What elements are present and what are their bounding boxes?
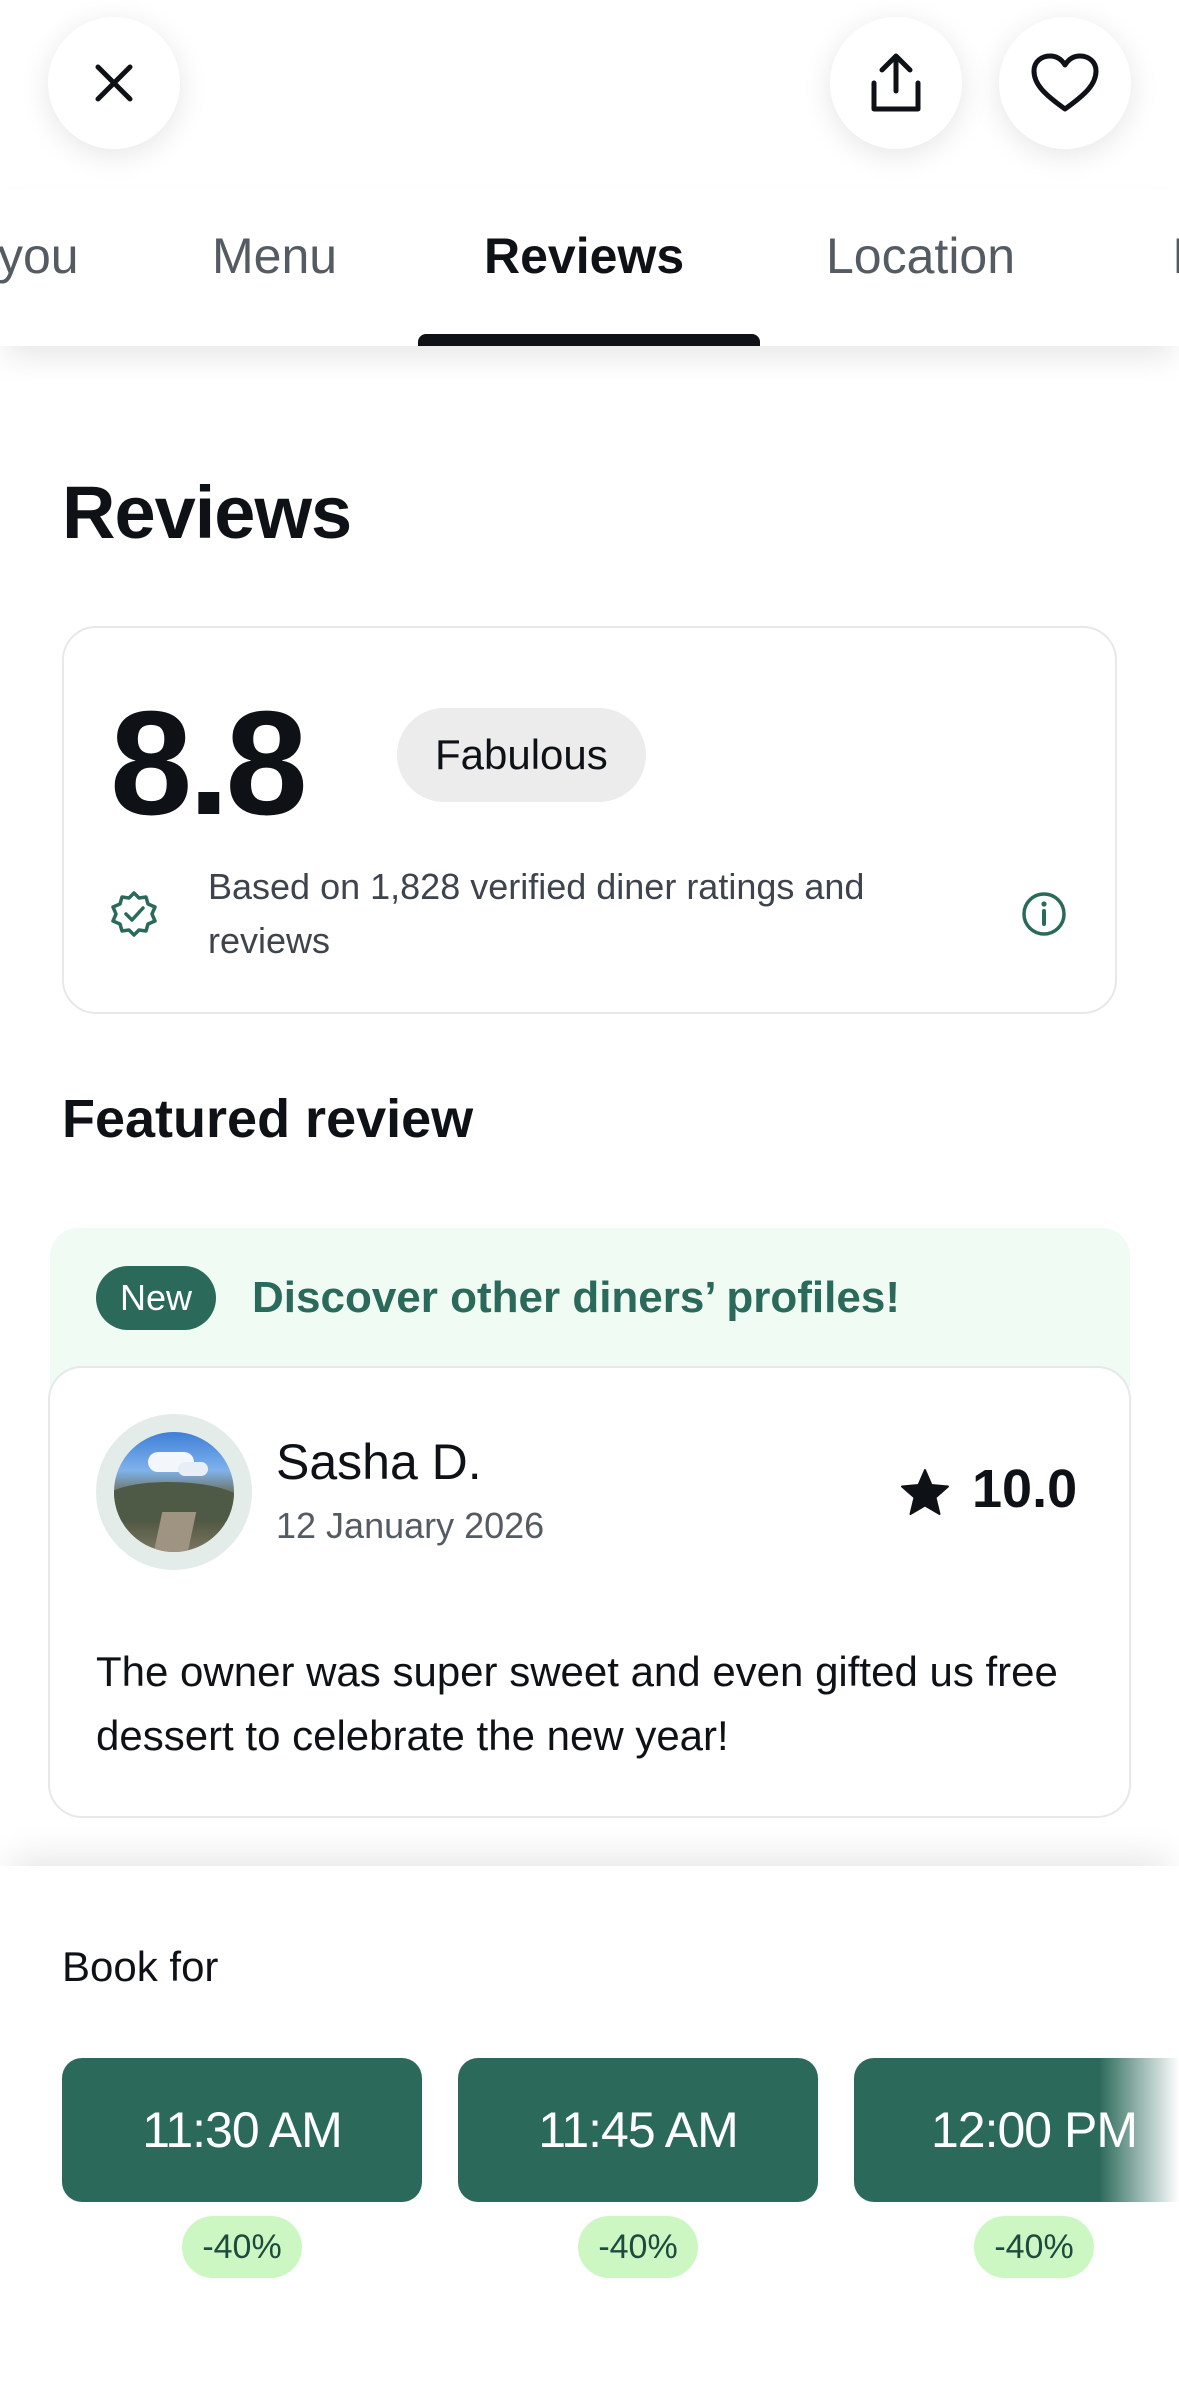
- promo-text: Discover other diners’ profiles!: [252, 1273, 900, 1322]
- page-title: Reviews: [62, 471, 352, 554]
- review-text: The owner was super sweet and even gifte…: [96, 1648, 1058, 1759]
- close-button[interactable]: [48, 17, 180, 149]
- reviewer-name: Sasha D.: [276, 1434, 482, 1490]
- discount-badge: -40%: [974, 2216, 1094, 2278]
- book-for-label: Book for: [62, 1943, 219, 1990]
- diner-profiles-banner[interactable]: New Discover other diners’ profiles!: [50, 1228, 1130, 1388]
- tab-reviews[interactable]: Reviews: [484, 226, 684, 286]
- rating-note: Based on 1,828 verified diner ratings an…: [208, 866, 865, 961]
- time-slot-button[interactable]: 11:30 AM: [62, 2058, 422, 2202]
- favorite-button[interactable]: [999, 17, 1131, 149]
- verified-badge-icon: [111, 891, 157, 937]
- close-icon: [95, 64, 133, 102]
- tab-location[interactable]: Location: [826, 226, 1015, 286]
- tab-for-you[interactable]: you: [0, 226, 79, 286]
- avatar[interactable]: [96, 1414, 252, 1570]
- time-slot-button[interactable]: 11:45 AM: [458, 2058, 818, 2202]
- new-badge: New: [96, 1266, 217, 1330]
- review-date: 12 January 2026: [276, 1505, 545, 1546]
- share-button[interactable]: [830, 17, 962, 149]
- avatar-photo: [114, 1432, 234, 1552]
- section-tabs: you Menu Reviews Location I: [0, 190, 1179, 346]
- star-icon: [901, 1469, 949, 1515]
- tab-menu[interactable]: Menu: [212, 226, 337, 286]
- scroll-fade: [1099, 2046, 1179, 2236]
- featured-review-title: Featured review: [62, 1089, 474, 1149]
- rating-score: 8.8: [110, 681, 308, 846]
- rating-summary-card: 8.8 Fabulous Based on 1,828 verified din…: [62, 626, 1117, 1014]
- discount-badge: -40%: [182, 2216, 302, 2278]
- active-tab-indicator: [418, 334, 760, 346]
- booking-panel: Book for 11:30 AM -40% 11:45 AM -40% 12:…: [0, 1866, 1179, 2396]
- info-icon[interactable]: [1020, 890, 1068, 938]
- discount-badge: -40%: [578, 2216, 698, 2278]
- time-slot: 11:30 AM -40%: [62, 2058, 422, 2278]
- heart-icon: [1031, 53, 1099, 112]
- time-slot: 11:45 AM -40%: [458, 2058, 818, 2278]
- share-icon: [871, 53, 921, 112]
- top-bar: [0, 0, 1179, 150]
- rating-label-badge: Fabulous: [397, 708, 646, 802]
- review-score: 10.0: [972, 1459, 1078, 1519]
- tab-next[interactable]: I: [1172, 226, 1179, 286]
- featured-review-card[interactable]: Sasha D. 12 January 2026 10.0 The owner …: [48, 1366, 1131, 1818]
